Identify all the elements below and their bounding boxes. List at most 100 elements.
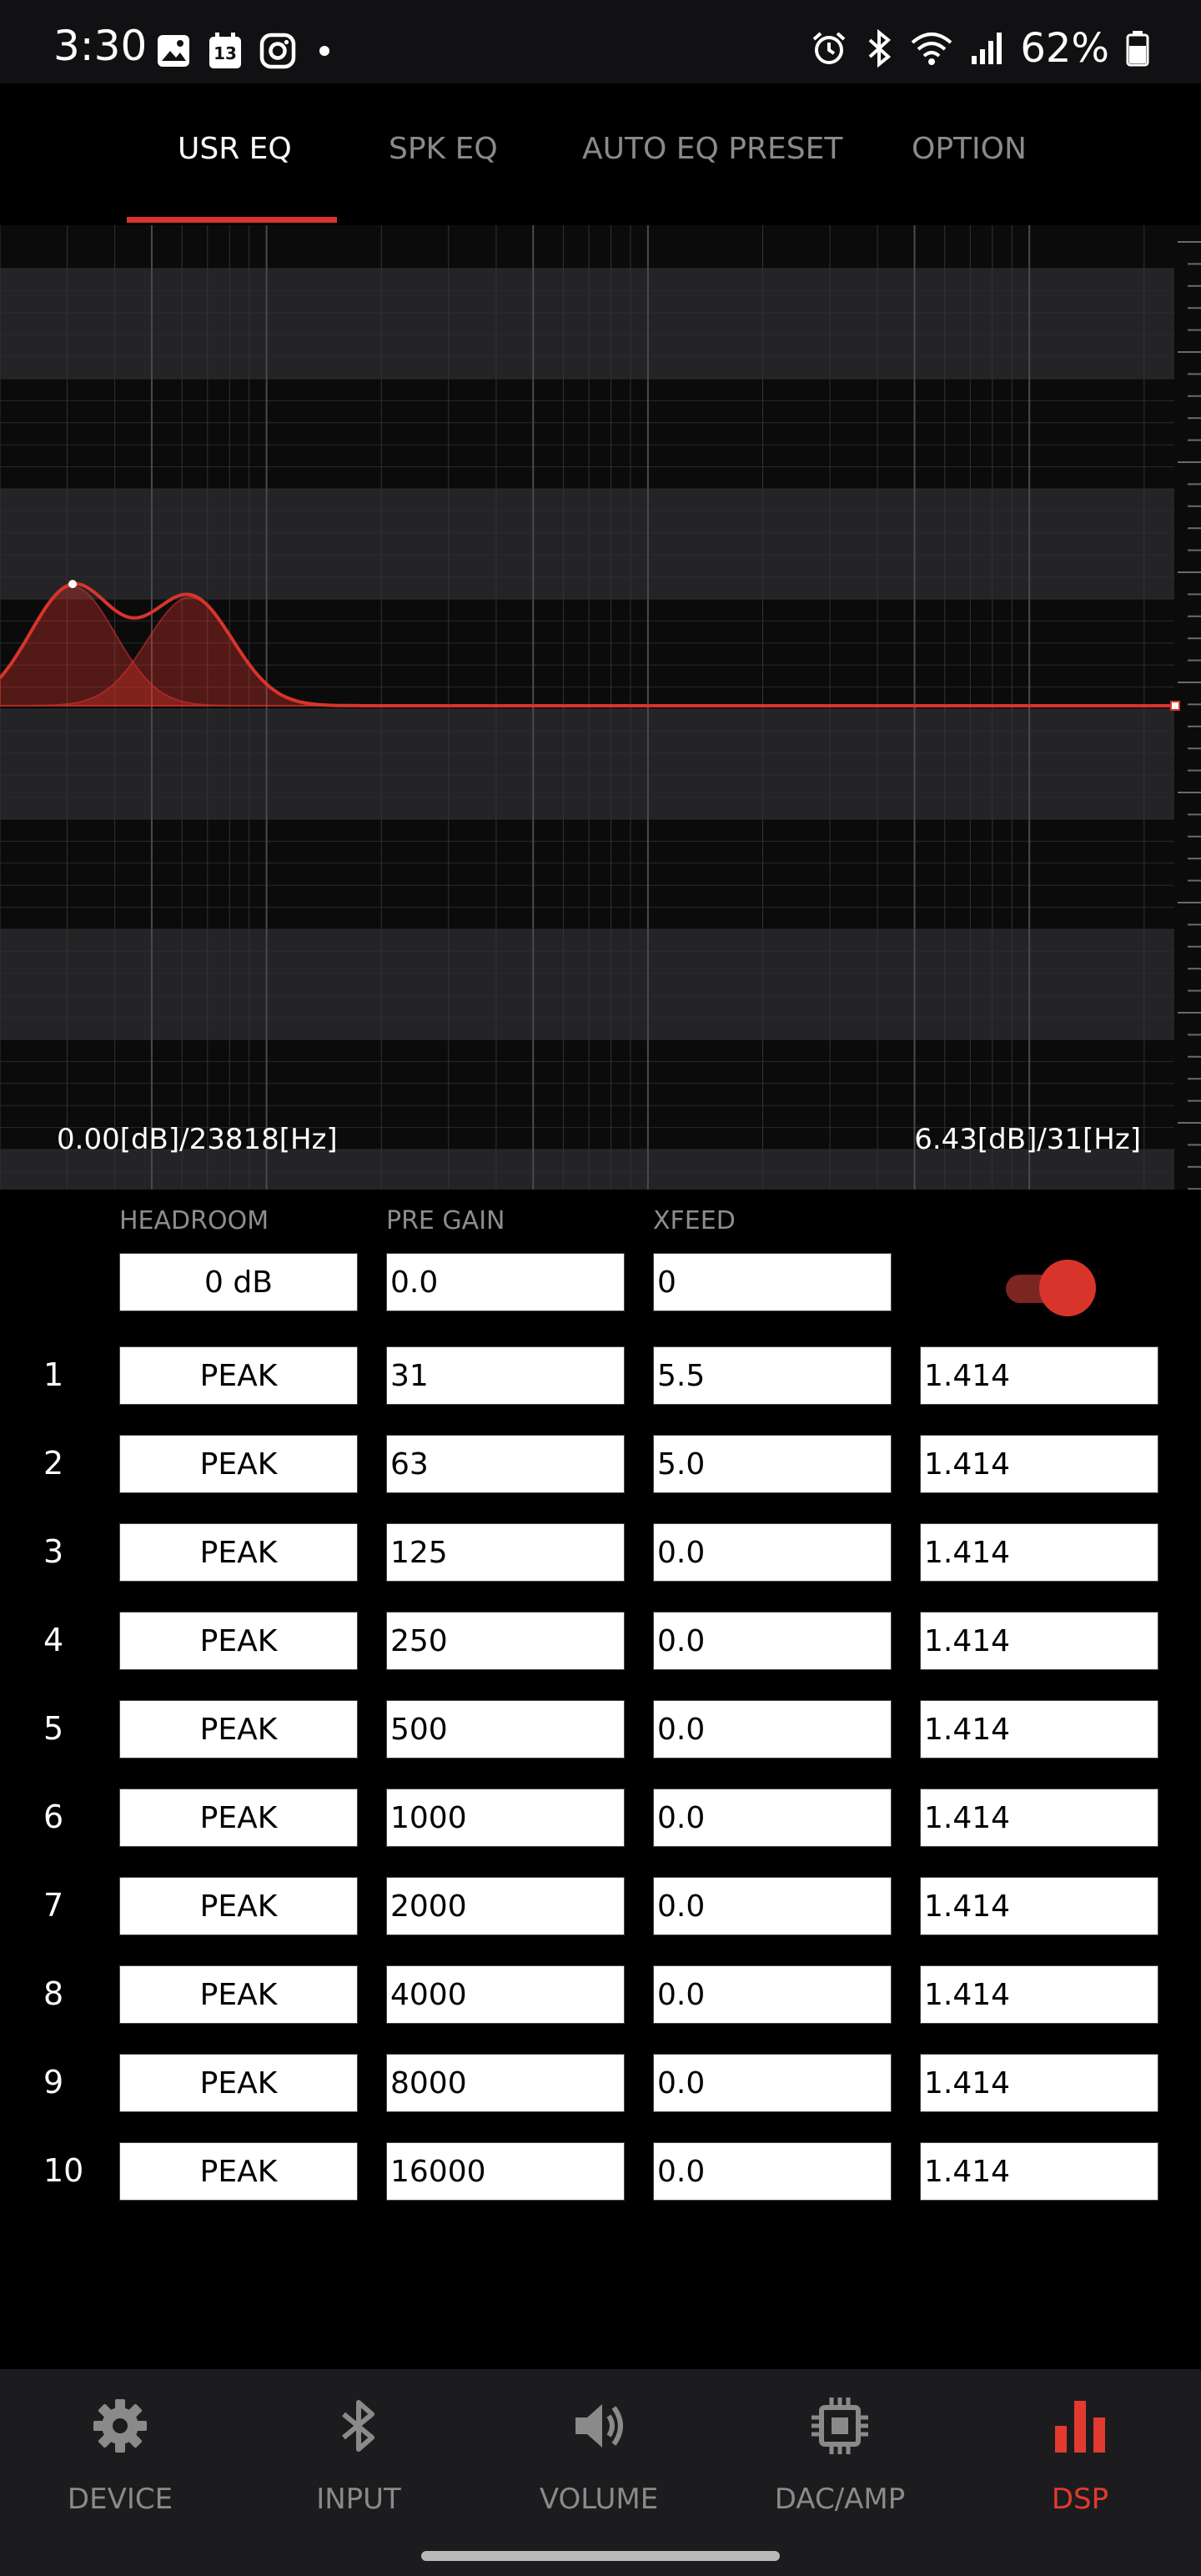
- graph-stripe: [0, 269, 1174, 379]
- bottom-navigation: DEVICE INPUT VOLUME DAC/AMP DSP: [0, 2369, 1201, 2576]
- nav-volume-label: VOLUME: [539, 2483, 659, 2516]
- band-frequency-field[interactable]: 500: [386, 1700, 625, 1758]
- band-type-field[interactable]: PEAK: [119, 1612, 358, 1670]
- band-frequency-field[interactable]: 250: [386, 1612, 625, 1670]
- eq-enable-toggle[interactable]: [1001, 1258, 1098, 1316]
- selected-band-marker[interactable]: [68, 580, 78, 589]
- battery-percent: 62%: [1020, 25, 1109, 72]
- band-q-field[interactable]: 1.414: [920, 2054, 1158, 2112]
- band-q-field[interactable]: 1.414: [920, 1877, 1158, 1935]
- tab-usr-eq[interactable]: USR EQ: [178, 132, 292, 166]
- graph-stripe: [0, 489, 1174, 599]
- band-type-field[interactable]: PEAK: [119, 1435, 358, 1493]
- nav-input[interactable]: INPUT: [259, 2392, 459, 2516]
- band-frequency-field[interactable]: 8000: [386, 2054, 625, 2112]
- nav-dac-amp[interactable]: DAC/AMP: [740, 2392, 940, 2516]
- band-frequency-field[interactable]: 31: [386, 1346, 625, 1405]
- end-marker[interactable]: [1170, 701, 1180, 711]
- toggle-knob: [1039, 1260, 1096, 1316]
- tab-spk-eq[interactable]: SPK EQ: [389, 132, 498, 166]
- headroom-field[interactable]: 0 dB: [119, 1253, 358, 1311]
- band-number: 5: [43, 1710, 64, 1747]
- band-gain-field[interactable]: 0.0: [653, 1523, 892, 1582]
- chip-icon: [812, 2397, 868, 2454]
- eq-graph[interactable]: 0.00[dB]/23818[Hz] 6.43[dB]/31[Hz]: [0, 225, 1201, 1190]
- bluetooth-icon: [342, 2400, 374, 2452]
- band-frequency-field[interactable]: 125: [386, 1523, 625, 1582]
- graph-stripe: [0, 709, 1174, 819]
- band-gain-field[interactable]: 0.0: [653, 1789, 892, 1847]
- system-icons: 62%: [810, 25, 1149, 72]
- band-number: 4: [43, 1622, 64, 1658]
- more-notifications-dot-icon: [319, 46, 329, 56]
- nav-input-label: INPUT: [316, 2483, 401, 2516]
- xfeed-label: XFEED: [653, 1206, 736, 1235]
- band-gain-field[interactable]: 0.0: [653, 2054, 892, 2112]
- nav-dsp-label: DSP: [1051, 2483, 1109, 2516]
- wifi-icon: [912, 33, 952, 65]
- band-frequency-field[interactable]: 16000: [386, 2142, 625, 2201]
- speaker-icon: [575, 2404, 623, 2448]
- band-type-field[interactable]: PEAK: [119, 2054, 358, 2112]
- eq-curve-plot[interactable]: [0, 225, 1201, 1190]
- band-frequency-field[interactable]: 2000: [386, 1877, 625, 1935]
- band-number: 3: [43, 1533, 64, 1570]
- instagram-icon: [259, 33, 296, 69]
- band-type-field[interactable]: PEAK: [119, 1346, 358, 1405]
- band-q-field[interactable]: 1.414: [920, 1789, 1158, 1847]
- band-number: 6: [43, 1799, 64, 1835]
- band-type-field[interactable]: PEAK: [119, 2142, 358, 2201]
- headroom-label: HEADROOM: [119, 1206, 269, 1235]
- band-number: 10: [43, 2152, 84, 2189]
- band-q-field[interactable]: 1.414: [920, 1700, 1158, 1758]
- bars-chart-icon: [1055, 2401, 1105, 2453]
- nav-device-label: DEVICE: [67, 2483, 173, 2516]
- eq-parameters: HEADROOM PRE GAIN XFEED 0 dB 0.0 0 1 PEAK…: [0, 1190, 1201, 2369]
- nav-device[interactable]: DEVICE: [20, 2392, 220, 2516]
- band-gain-field[interactable]: 0.0: [653, 1700, 892, 1758]
- gesture-bar[interactable]: [421, 2551, 780, 2561]
- nav-volume[interactable]: VOLUME: [499, 2392, 699, 2516]
- band-gain-field[interactable]: 0.0: [653, 1965, 892, 2024]
- gallery-icon: [158, 35, 189, 67]
- tab-option[interactable]: OPTION: [912, 132, 1027, 166]
- battery-icon: [1126, 31, 1149, 67]
- pregain-field[interactable]: 0.0: [386, 1253, 625, 1311]
- notification-icons: 13: [155, 32, 337, 70]
- right-readout: 6.43[dB]/31[Hz]: [914, 1123, 1141, 1156]
- band-type-field[interactable]: PEAK: [119, 1700, 358, 1758]
- active-tab-indicator: [127, 217, 337, 223]
- band-gain-field[interactable]: 5.5: [653, 1346, 892, 1405]
- gear-icon: [93, 2399, 147, 2453]
- band-gain-field[interactable]: 0.0: [653, 2142, 892, 2201]
- band-number: 2: [43, 1445, 64, 1482]
- calendar-icon: 13: [207, 32, 244, 70]
- band-gain-field[interactable]: 0.0: [653, 1877, 892, 1935]
- tab-auto-eq-preset[interactable]: AUTO EQ PRESET: [582, 132, 842, 166]
- status-bar: 3:30 13 62%: [0, 0, 1201, 83]
- band-q-field[interactable]: 1.414: [920, 2142, 1158, 2201]
- band-number: 1: [43, 1356, 64, 1393]
- nav-dsp[interactable]: DSP: [980, 2392, 1180, 2516]
- band-q-field[interactable]: 1.414: [920, 1612, 1158, 1670]
- band-frequency-field[interactable]: 1000: [386, 1789, 625, 1847]
- band-q-field[interactable]: 1.414: [920, 1965, 1158, 2024]
- band-gain-field[interactable]: 5.0: [653, 1435, 892, 1493]
- signal-icon: [972, 33, 1003, 64]
- band-q-field[interactable]: 1.414: [920, 1346, 1158, 1405]
- band-gain-field[interactable]: 0.0: [653, 1612, 892, 1670]
- band-q-field[interactable]: 1.414: [920, 1435, 1158, 1493]
- band-response-fill: [0, 596, 1174, 707]
- band-q-field[interactable]: 1.414: [920, 1523, 1158, 1582]
- band-type-field[interactable]: PEAK: [119, 1877, 358, 1935]
- xfeed-field[interactable]: 0: [653, 1253, 892, 1311]
- calendar-day: 13: [214, 43, 237, 63]
- graph-stripe: [0, 929, 1174, 1039]
- band-type-field[interactable]: PEAK: [119, 1789, 358, 1847]
- band-frequency-field[interactable]: 63: [386, 1435, 625, 1493]
- status-time: 3:30: [53, 22, 148, 70]
- band-type-field[interactable]: PEAK: [119, 1523, 358, 1582]
- band-number: 7: [43, 1887, 64, 1924]
- band-frequency-field[interactable]: 4000: [386, 1965, 625, 2024]
- band-type-field[interactable]: PEAK: [119, 1965, 358, 2024]
